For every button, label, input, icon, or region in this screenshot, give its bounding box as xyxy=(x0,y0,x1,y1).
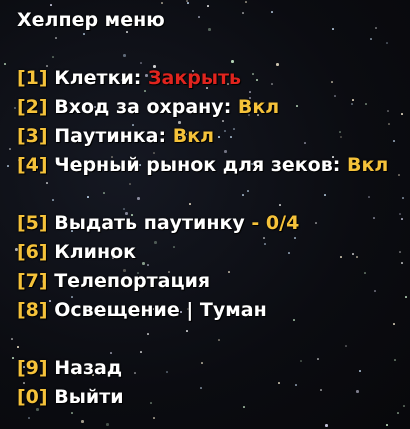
menu-item-teleport[interactable]: [7] Телепортация xyxy=(17,267,388,296)
star-dot xyxy=(386,424,388,426)
star-dot xyxy=(394,359,396,361)
star-dot xyxy=(405,296,407,298)
menu-item-guard-entry[interactable]: [2] Вход за охрану: Вкл xyxy=(17,93,388,122)
menu-item-web[interactable]: [3] Паутинка: Вкл xyxy=(17,122,388,151)
item-label: Клинок xyxy=(54,241,137,263)
item-key: [2] xyxy=(17,96,48,118)
item-key: [9] xyxy=(17,357,48,379)
star-dot xyxy=(11,338,13,340)
star-dot xyxy=(393,140,395,142)
star-dot xyxy=(28,417,30,419)
star-dot xyxy=(399,251,401,253)
star-dot xyxy=(106,423,109,426)
menu-item-blade[interactable]: [6] Клинок xyxy=(17,238,388,267)
item-key: [5] xyxy=(17,212,48,234)
star-dot xyxy=(398,174,400,176)
star-dot xyxy=(399,213,401,215)
star-dot xyxy=(393,323,395,325)
item-label: Выдать паутинку xyxy=(54,212,245,234)
star-dot xyxy=(401,113,403,115)
star-dot xyxy=(403,405,405,407)
menu-item-cells[interactable]: [1] Клетки: Закрыть xyxy=(17,64,388,93)
helper-menu: Хелпер меню [1] Клетки: Закрыть [2] Вход… xyxy=(17,6,388,412)
item-label: Выйти xyxy=(54,386,124,408)
star-dot xyxy=(153,417,155,419)
star-dot xyxy=(71,412,73,414)
star-dot xyxy=(14,107,16,109)
item-key: [1] xyxy=(17,67,48,89)
star-dot xyxy=(401,262,403,264)
item-label: Телепортация xyxy=(54,270,211,292)
item-status: Вкл xyxy=(172,125,215,147)
item-counter: 0/4 xyxy=(265,212,300,234)
item-key: [4] xyxy=(17,154,48,176)
star-dot xyxy=(397,412,399,414)
menu-item-give-web[interactable]: [5] Выдать паутинку - 0/4 xyxy=(17,209,388,238)
item-key: [6] xyxy=(17,241,48,263)
item-key: [8] xyxy=(17,299,48,321)
star-dot xyxy=(245,1,247,3)
item-label: Вход за охрану: xyxy=(54,96,232,118)
menu-item-black-market[interactable]: [4] Черный рынок для зеков: Вкл xyxy=(17,151,388,180)
item-label: Назад xyxy=(54,357,123,379)
item-key: [3] xyxy=(17,125,48,147)
star-dot xyxy=(161,2,163,4)
star-dot xyxy=(7,165,9,167)
star-dot xyxy=(187,2,189,4)
item-label: Черный рынок для зеков: xyxy=(54,154,341,176)
item-status: Закрыть xyxy=(148,67,242,89)
star-dot xyxy=(4,63,6,65)
item-label: Паутинка: xyxy=(54,125,167,147)
item-status: Вкл xyxy=(237,96,280,118)
star-dot xyxy=(325,424,328,427)
star-dot xyxy=(9,148,11,150)
item-key: [0] xyxy=(17,386,48,408)
menu-item-exit[interactable]: [0] Выйти xyxy=(17,383,388,412)
item-key: [7] xyxy=(17,270,48,292)
menu-item-lighting-fog[interactable]: [8] Освещение | Туман xyxy=(17,296,388,325)
item-label: Освещение | Туман xyxy=(54,299,267,321)
star-dot xyxy=(402,197,404,199)
item-status: Вкл xyxy=(346,154,389,176)
star-dot xyxy=(401,218,403,220)
item-label: Клетки: xyxy=(54,67,142,89)
item-separator: - xyxy=(251,212,260,234)
star-dot xyxy=(81,420,84,423)
menu-title: Хелпер меню xyxy=(17,9,165,31)
menu-item-back[interactable]: [9] Назад xyxy=(17,354,388,383)
star-dot xyxy=(12,357,14,359)
